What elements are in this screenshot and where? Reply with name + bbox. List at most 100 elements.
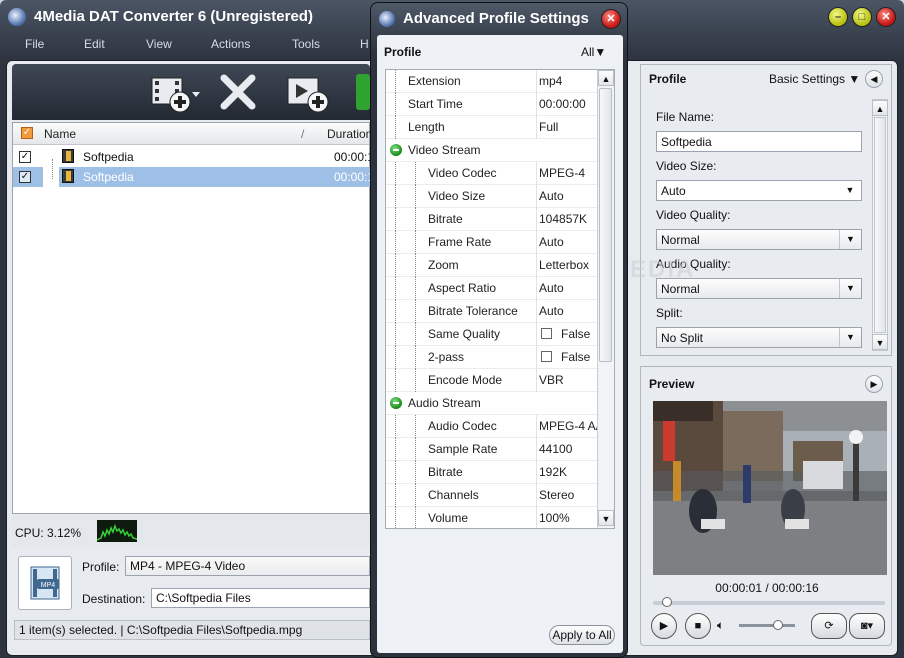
volume-slider[interactable] [739,624,795,627]
property-row[interactable]: Audio Codec MPEG-4 AA [386,415,598,438]
play-icon[interactable]: ▶ [651,613,677,639]
video-quality-select[interactable]: Normal ▼ [656,229,862,250]
basic-settings-dropdown[interactable]: Basic Settings ▼ [769,72,860,86]
seek-bar[interactable] [653,601,885,605]
close-icon[interactable]: ✕ [601,9,621,29]
menu-tools[interactable]: Tools [292,37,320,51]
collapse-group-icon[interactable] [390,397,402,409]
property-value[interactable]: Letterbox [539,258,597,272]
split-select[interactable]: No Split ▼ [656,327,862,348]
snapshot-icon[interactable]: ◙▾ [849,613,885,639]
profile-scrollbar[interactable]: ▲ ▼ [872,99,888,351]
property-row[interactable]: Video Size Auto [386,185,598,208]
property-row[interactable]: Aspect Ratio Auto [386,277,598,300]
expand-preview-icon[interactable]: ▶ [865,375,883,393]
menu-actions[interactable]: Actions [211,37,250,51]
property-row[interactable]: Video Codec MPEG-4 [386,162,598,185]
file-name-input[interactable]: Softpedia [656,131,862,152]
scrollbar-thumb[interactable] [599,88,612,362]
property-value[interactable]: Auto [539,189,597,203]
add-video-icon[interactable] [148,70,204,114]
property-value[interactable]: Auto [539,235,597,249]
profile-select[interactable]: MP4 - MPEG-4 Video [125,556,370,576]
collapse-group-icon[interactable] [390,144,402,156]
maximize-icon[interactable]: □ [852,7,872,27]
property-row[interactable]: Channels Stereo [386,484,598,507]
property-row[interactable]: 2-pass False [386,346,598,369]
scroll-down-icon[interactable]: ▼ [598,510,614,526]
convert-icon[interactable] [356,70,370,114]
seek-handle[interactable] [661,597,672,607]
property-row[interactable]: Bitrate 192K [386,461,598,484]
profile-panel: Profile Basic Settings ▼ ◀ File Name: So… [640,64,892,356]
menu-view[interactable]: View [146,37,172,51]
property-value[interactable]: MPEG-4 AA [539,419,597,433]
stop-icon[interactable]: ■ [685,613,711,639]
property-scrollbar[interactable]: ▲ ▼ [597,70,614,528]
volume-handle[interactable] [773,620,784,630]
profile-format-icon[interactable]: MP4 [18,556,72,610]
column-duration[interactable]: Duration [327,127,372,141]
menu-file[interactable]: File [25,37,44,51]
video-size-select[interactable]: Auto ▼ [656,180,862,201]
property-row[interactable]: Bitrate Tolerance Auto [386,300,598,323]
destination-field[interactable]: C:\Softpedia Files [151,588,370,608]
column-divider [536,162,537,185]
delete-icon[interactable] [216,70,260,114]
table-row[interactable]: Softpedia 00:00:1 [59,167,374,187]
dialog-title: Advanced Profile Settings [403,10,589,27]
property-value[interactable]: 192K [539,465,597,479]
property-checkbox[interactable] [541,328,552,339]
loop-icon[interactable]: ⟳ [811,613,847,639]
property-value[interactable]: 00:00:00 [539,97,597,111]
property-row[interactable]: Same Quality False [386,323,598,346]
property-value[interactable]: MPEG-4 [539,166,597,180]
profile-panel-title: Profile [649,72,687,86]
property-value[interactable]: 100% [539,511,597,525]
scroll-up-icon[interactable]: ▲ [598,70,614,86]
property-checkbox[interactable] [541,351,552,362]
property-value[interactable]: Stereo [539,488,597,502]
scroll-down-icon[interactable]: ▼ [872,334,888,350]
video-preview[interactable] [653,401,887,575]
property-row[interactable]: Zoom Letterbox [386,254,598,277]
property-row[interactable]: Frame Rate Auto [386,231,598,254]
property-group[interactable]: Audio Stream [386,392,598,415]
property-row[interactable]: Encode Mode VBR [386,369,598,392]
property-row[interactable]: Bitrate 104857K [386,208,598,231]
select-all-checkbox[interactable]: ✓ [21,127,33,139]
row-checkbox[interactable]: ✓ [19,151,31,163]
volume-icon[interactable]: 🔈︎ [717,618,724,633]
tree-connector [52,159,53,179]
menu-edit[interactable]: Edit [84,37,105,51]
property-row[interactable]: Extension mp4 [386,70,598,93]
collapse-panel-icon[interactable]: ◀ [865,70,883,88]
property-value[interactable]: mp4 [539,74,597,88]
filter-dropdown[interactable]: All▼ [581,45,606,59]
minimize-icon[interactable]: – [828,7,848,27]
property-row[interactable]: Start Time 00:00:00 [386,93,598,116]
column-name[interactable]: Name [44,127,76,141]
preview-panel: Preview ▶ 00:00:01 / 00:00:16 ▶ ■ 🔈︎ ⟳ ◙… [640,366,892,646]
column-divider [536,208,537,231]
property-value[interactable]: Full [539,120,597,134]
property-value[interactable]: 44100 [539,442,597,456]
property-value[interactable]: 104857K [539,212,597,226]
property-row[interactable]: Length Full [386,116,598,139]
table-row[interactable]: ✓ Softpedia 00:00:1 [13,147,374,167]
add-segment-icon[interactable] [284,70,332,114]
chevron-down-icon: ▼ [839,328,861,347]
property-value[interactable]: Auto [539,281,597,295]
apply-to-all-button[interactable]: Apply to All [549,625,615,645]
video-quality-label: Video Quality: [656,208,731,222]
row-checkbox[interactable]: ✓ [19,171,31,183]
close-icon[interactable]: ✕ [876,7,896,27]
property-group[interactable]: Video Stream [386,139,598,162]
scrollbar-thumb[interactable] [874,117,886,333]
property-row[interactable]: Sample Rate 44100 [386,438,598,461]
scroll-up-icon[interactable]: ▲ [872,100,888,116]
property-value[interactable]: VBR [539,373,597,387]
property-value[interactable]: Auto [539,304,597,318]
property-row[interactable]: Volume 100% [386,507,598,528]
menu-help[interactable]: H [360,37,369,51]
